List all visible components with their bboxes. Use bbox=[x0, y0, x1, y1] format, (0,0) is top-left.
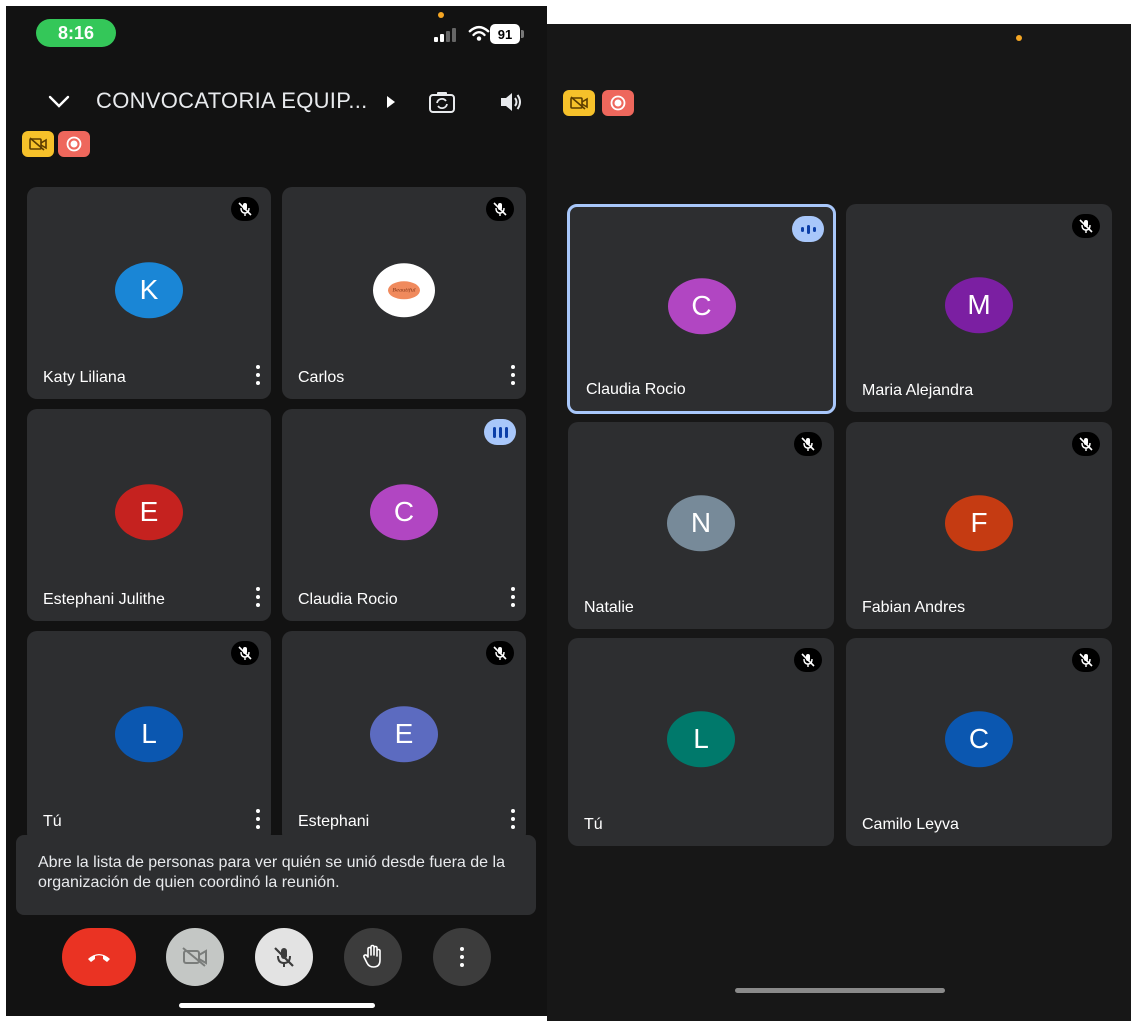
more-options-button[interactable] bbox=[433, 928, 491, 986]
end-call-icon bbox=[88, 954, 110, 962]
participant-name: Fabian Andres bbox=[862, 599, 966, 616]
battery-indicator: 91 bbox=[490, 24, 520, 44]
avatar: M bbox=[945, 277, 1013, 334]
participant-name: Carlos bbox=[298, 369, 345, 386]
more-vert-icon[interactable] bbox=[255, 365, 261, 385]
privacy-indicator-dot bbox=[1016, 35, 1022, 41]
chevron-down-icon[interactable] bbox=[46, 90, 72, 114]
status-time: 8:16 bbox=[36, 19, 116, 47]
avatar: N bbox=[667, 494, 735, 551]
mic-off-icon bbox=[486, 197, 514, 221]
end-call-button[interactable] bbox=[62, 928, 136, 986]
no-recording-camera-icon bbox=[22, 131, 54, 157]
avatar: C bbox=[945, 711, 1013, 768]
avatar: C bbox=[370, 484, 438, 541]
avatar-logo: Beautiful bbox=[373, 263, 435, 318]
participant-name: Estephani bbox=[298, 813, 370, 830]
participant-tile-tu[interactable]: L Tú bbox=[27, 631, 271, 843]
participant-tile-claudia-rocio[interactable]: C Claudia Rocio bbox=[567, 204, 836, 414]
info-toast[interactable]: Abre la lista de personas para ver quién… bbox=[16, 835, 536, 915]
avatar: E bbox=[370, 706, 438, 763]
participant-name: Natalie bbox=[584, 599, 634, 616]
participant-tile-tu[interactable]: L Tú bbox=[568, 638, 834, 846]
participant-tile-estephani[interactable]: E Estephani bbox=[282, 631, 526, 843]
avatar: L bbox=[667, 711, 735, 768]
participant-name: Tú bbox=[43, 813, 62, 830]
mic-off-icon bbox=[794, 648, 822, 672]
participant-tile-estephani-julithe[interactable]: E Estephani Julithe bbox=[27, 409, 271, 621]
flip-camera-icon[interactable] bbox=[426, 88, 458, 116]
participant-tile-maria-alejandra[interactable]: M Maria Alejandra bbox=[846, 204, 1112, 412]
mic-off-icon bbox=[1072, 214, 1100, 238]
mic-off-icon bbox=[231, 641, 259, 665]
speaker-icon[interactable] bbox=[496, 88, 526, 116]
mic-off-icon bbox=[1072, 432, 1100, 456]
recording-icon bbox=[602, 90, 634, 116]
participant-tile-camilo-leyva[interactable]: C Camilo Leyva bbox=[846, 638, 1112, 846]
raise-hand-button[interactable] bbox=[344, 928, 402, 986]
camera-off-icon bbox=[182, 947, 207, 967]
more-vert-icon[interactable] bbox=[255, 809, 261, 829]
wifi-icon bbox=[468, 25, 490, 41]
battery-tip bbox=[521, 30, 524, 38]
mic-off-icon bbox=[231, 197, 259, 221]
right-call-screen: C Claudia Rocio M Maria Alejandra N Nata… bbox=[547, 24, 1131, 1021]
more-options-icon bbox=[459, 947, 465, 967]
raise-hand-icon bbox=[363, 944, 381, 968]
meeting-title[interactable]: CONVOCATORIA EQUIP... bbox=[96, 88, 368, 114]
mic-toggle-button[interactable] bbox=[255, 928, 313, 986]
speaking-indicator-icon bbox=[792, 216, 824, 242]
mic-off-icon bbox=[274, 947, 294, 967]
left-call-screen: 8:16 91 CONVOCATORIA EQUIP... K Katy Lil… bbox=[6, 6, 547, 1016]
participant-tile-claudia-rocio[interactable]: C Claudia Rocio bbox=[282, 409, 526, 621]
avatar: L bbox=[115, 706, 183, 763]
more-vert-icon[interactable] bbox=[510, 365, 516, 385]
mic-off-icon bbox=[486, 641, 514, 665]
participant-name: Tú bbox=[584, 816, 603, 833]
more-vert-icon[interactable] bbox=[255, 587, 261, 607]
avatar: F bbox=[945, 494, 1013, 551]
participant-tile-katy-liliana[interactable]: K Katy Liliana bbox=[27, 187, 271, 399]
privacy-indicator-dot bbox=[438, 12, 444, 18]
more-vert-icon[interactable] bbox=[510, 809, 516, 829]
participant-name: Claudia Rocio bbox=[298, 591, 398, 608]
participant-name: Katy Liliana bbox=[43, 369, 126, 386]
mic-off-icon bbox=[1072, 648, 1100, 672]
cellular-signal-icon bbox=[434, 26, 456, 42]
no-recording-camera-icon bbox=[563, 90, 595, 116]
avatar: C bbox=[667, 278, 736, 335]
logo-text: Beautiful bbox=[388, 281, 420, 300]
participant-name: Estephani Julithe bbox=[43, 591, 165, 608]
participant-tile-carlos[interactable]: Beautiful Carlos bbox=[282, 187, 526, 399]
participant-tile-fabian-andres[interactable]: F Fabian Andres bbox=[846, 422, 1112, 629]
participant-name: Camilo Leyva bbox=[862, 816, 959, 833]
participant-name: Maria Alejandra bbox=[862, 382, 974, 399]
avatar: K bbox=[115, 262, 183, 319]
home-indicator bbox=[179, 1003, 375, 1008]
chevron-right-icon[interactable] bbox=[384, 94, 398, 110]
camera-toggle-button[interactable] bbox=[166, 928, 224, 986]
home-indicator bbox=[735, 988, 945, 993]
avatar: E bbox=[115, 484, 183, 541]
more-vert-icon[interactable] bbox=[510, 587, 516, 607]
speaking-indicator-icon bbox=[484, 419, 516, 445]
participant-tile-natalie[interactable]: N Natalie bbox=[568, 422, 834, 629]
recording-icon bbox=[58, 131, 90, 157]
mic-off-icon bbox=[794, 432, 822, 456]
participant-name: Claudia Rocio bbox=[586, 381, 686, 398]
